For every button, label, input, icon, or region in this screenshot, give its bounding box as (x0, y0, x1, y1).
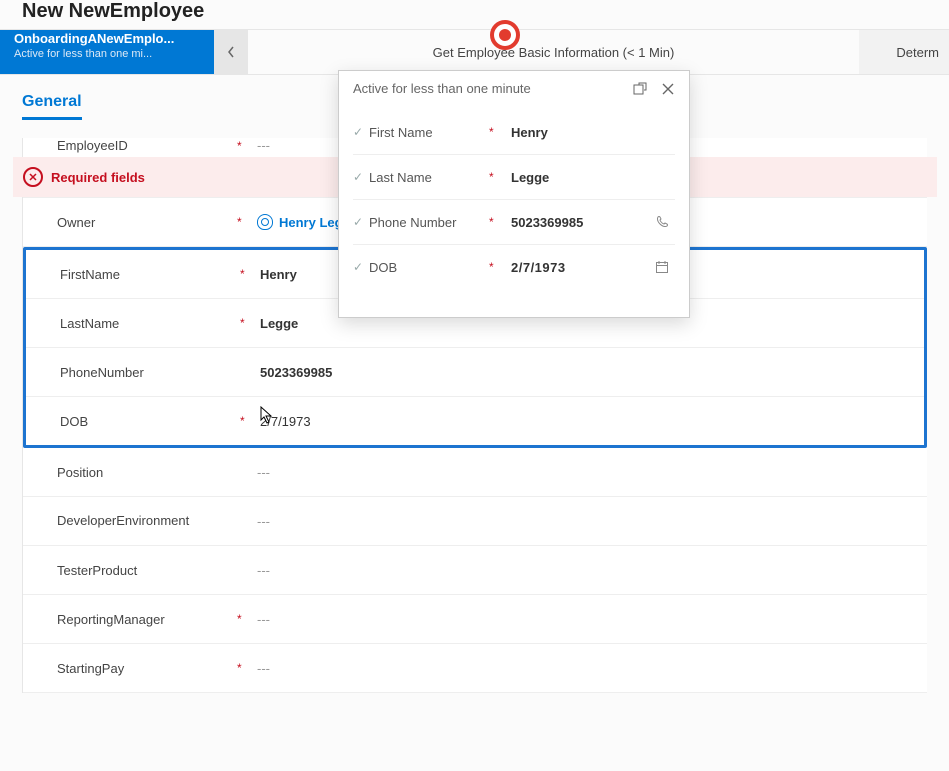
label-dob: DOB (26, 414, 240, 429)
value-dob[interactable]: 2/7/1973 (250, 414, 924, 429)
required-marker: * (240, 414, 250, 428)
field-dob[interactable]: DOB * 2/7/1973 (26, 397, 924, 445)
fly-value-phone[interactable]: 5023369985 (499, 215, 655, 230)
error-text: Required fields (51, 170, 145, 185)
stage-get-basic-info[interactable]: Get Employee Basic Information (< 1 Min) (248, 30, 859, 74)
value-employee-id[interactable]: --- (247, 138, 317, 153)
person-icon (257, 214, 273, 230)
label-last-name: LastName (26, 316, 240, 331)
stage-next[interactable]: Determ (859, 30, 949, 74)
label-phone-number: PhoneNumber (26, 365, 240, 380)
fly-value-last-name[interactable]: Legge (499, 170, 655, 185)
chevron-left-icon (226, 45, 236, 59)
fly-field-first-name[interactable]: ✓ First Name * Henry (353, 110, 675, 155)
field-position[interactable]: Position --- (23, 448, 927, 497)
value-position[interactable]: --- (247, 465, 927, 480)
label-owner: Owner (23, 215, 237, 230)
value-reporting-manager[interactable]: --- (247, 612, 927, 627)
error-icon: ✕ (23, 167, 43, 187)
value-phone-number[interactable]: 5023369985 (250, 365, 924, 380)
check-icon: ✓ (353, 125, 369, 139)
required-marker: * (237, 661, 247, 675)
label-tester-product: TesterProduct (23, 563, 237, 578)
field-reporting-manager[interactable]: ReportingManager * --- (23, 595, 927, 644)
required-marker: * (237, 139, 247, 153)
fly-field-dob[interactable]: ✓ DOB * 2/7/1973 (353, 245, 675, 289)
flyout-title: Active for less than one minute (353, 81, 531, 96)
stage-active-subtitle: Active for less than one mi... (14, 48, 152, 60)
stage-active[interactable]: OnboardingANewEmplo... Active for less t… (0, 30, 214, 74)
check-icon: ✓ (353, 215, 369, 229)
label-starting-pay: StartingPay (23, 661, 237, 676)
required-marker: * (240, 267, 250, 281)
process-stage-bar: OnboardingANewEmplo... Active for less t… (0, 29, 949, 75)
label-employee-id: EmployeeID (23, 138, 237, 153)
fly-label-phone: Phone Number (369, 215, 489, 230)
fly-field-phone[interactable]: ✓ Phone Number * 5023369985 (353, 200, 675, 245)
fly-field-last-name[interactable]: ✓ Last Name * Legge (353, 155, 675, 200)
field-starting-pay[interactable]: StartingPay * --- (23, 644, 927, 693)
required-marker: * (489, 215, 499, 229)
fly-value-dob[interactable]: 2/7/1973 (499, 260, 655, 275)
field-dev-environment[interactable]: DeveloperEnvironment --- (23, 497, 927, 546)
check-icon: ✓ (353, 260, 369, 274)
required-marker: * (489, 260, 499, 274)
label-first-name: FirstName (26, 267, 240, 282)
stage-back-button[interactable] (214, 30, 248, 74)
required-marker: * (237, 612, 247, 626)
value-dev-environment[interactable]: --- (247, 514, 927, 529)
value-starting-pay[interactable]: --- (247, 661, 927, 676)
value-tester-product[interactable]: --- (247, 563, 927, 578)
calendar-icon[interactable] (655, 260, 675, 274)
required-marker: * (237, 215, 247, 229)
record-indicator-icon (490, 20, 520, 50)
fly-value-first-name[interactable]: Henry (499, 125, 655, 140)
fly-label-first-name: First Name (369, 125, 489, 140)
close-icon[interactable] (661, 82, 675, 96)
label-reporting-manager: ReportingManager (23, 612, 237, 627)
required-marker: * (489, 125, 499, 139)
stage-flyout: Active for less than one minute ✓ First … (338, 70, 690, 318)
fly-label-last-name: Last Name (369, 170, 489, 185)
field-phone-number[interactable]: PhoneNumber 5023369985 (26, 348, 924, 397)
check-icon: ✓ (353, 170, 369, 184)
label-dev-environment: DeveloperEnvironment (23, 513, 237, 529)
required-marker: * (240, 316, 250, 330)
page-title: New NewEmployee (0, 0, 949, 29)
label-position: Position (23, 465, 237, 480)
phone-icon[interactable] (655, 215, 675, 229)
dock-icon[interactable] (633, 82, 647, 96)
stage-active-title: OnboardingANewEmplo... (14, 30, 174, 48)
field-tester-product[interactable]: TesterProduct --- (23, 546, 927, 595)
fly-label-dob: DOB (369, 260, 489, 275)
required-marker: * (489, 170, 499, 184)
tab-general[interactable]: General (22, 93, 82, 120)
